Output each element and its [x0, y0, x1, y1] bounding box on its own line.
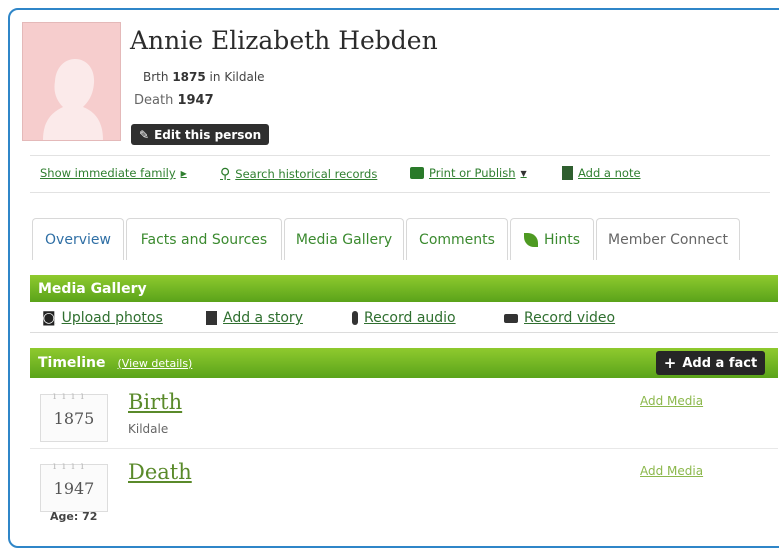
death-year: 1947 [177, 93, 214, 108]
calendar-rings: ıııı [53, 461, 90, 472]
media-gallery-header: Media Gallery [30, 275, 778, 302]
view-details-link[interactable]: (View details) [118, 357, 193, 370]
tab-hints[interactable]: Hints [510, 218, 594, 260]
printer-icon [410, 167, 424, 179]
tab-comments[interactable]: Comments [406, 218, 508, 260]
edit-person-button[interactable]: ✎ Edit this person [131, 124, 270, 145]
death-summary: Death 1947 [134, 93, 214, 108]
calendar-icon: ıııı 1947 [40, 461, 108, 512]
chevron-down-icon: ▼ [520, 168, 527, 178]
birth-label: Brth [143, 70, 169, 84]
tab-comments-label: Comments [419, 231, 495, 248]
event-place: Kildale [128, 422, 169, 436]
upload-photos-label: Upload photos [61, 310, 163, 326]
camera-icon: ◙ [42, 310, 56, 326]
document-icon [206, 311, 217, 325]
media-actions-row: ◙ Upload photos Add a story Record audio… [30, 303, 778, 333]
plus-icon: + [663, 354, 677, 372]
event-title-link[interactable]: Death [128, 460, 192, 484]
print-publish-link[interactable]: Print or Publish ▼ [410, 166, 527, 180]
triangle-right-icon: ▶ [180, 168, 187, 178]
timeline-title: Timeline [38, 355, 106, 371]
microphone-icon [352, 311, 358, 325]
add-media-link[interactable]: Add Media [640, 464, 703, 478]
tab-member-connect[interactable]: Member Connect [596, 218, 740, 260]
add-story-label: Add a story [223, 310, 303, 326]
edit-person-label: Edit this person [154, 127, 262, 142]
search-icon: ⚲ [220, 166, 231, 182]
tab-facts-sources[interactable]: Facts and Sources [126, 218, 282, 260]
tab-hints-label: Hints [543, 231, 581, 248]
add-story-link[interactable]: Add a story [206, 310, 303, 326]
event-age: Age: 72 [50, 510, 98, 523]
show-family-link[interactable]: Show immediate family ▶ [40, 166, 187, 180]
add-note-link[interactable]: Add a note [562, 166, 641, 180]
birth-summary: Brth 1875 in Kildale [143, 70, 265, 84]
add-note-label: Add a note [578, 166, 641, 180]
upload-photos-link[interactable]: ◙ Upload photos [42, 310, 163, 326]
record-video-label: Record video [524, 310, 616, 326]
event-year: 1947 [53, 478, 95, 498]
record-video-link[interactable]: Record video [504, 310, 615, 326]
tab-overview[interactable]: Overview [32, 218, 124, 260]
event-year: 1875 [53, 408, 95, 428]
search-records-label: Search historical records [235, 167, 378, 181]
death-label: Death [134, 93, 174, 108]
add-media-link[interactable]: Add Media [640, 394, 703, 408]
show-family-label: Show immediate family [40, 166, 176, 180]
birth-in: in [209, 70, 221, 84]
person-action-bar: Show immediate family ▶ ⚲ Search histori… [30, 155, 770, 193]
calendar-icon: ıııı 1875 [40, 391, 108, 442]
media-gallery-title: Media Gallery [38, 280, 147, 297]
tab-media-gallery[interactable]: Media Gallery [284, 218, 404, 260]
search-records-link[interactable]: ⚲ Search historical records [220, 166, 377, 182]
leaf-icon [523, 232, 538, 247]
pencil-icon: ✎ [139, 127, 150, 142]
record-audio-link[interactable]: Record audio [352, 310, 456, 326]
calendar-rings: ıııı [53, 391, 90, 402]
birth-year: 1875 [172, 70, 206, 84]
profile-photo-placeholder[interactable] [22, 22, 121, 141]
silhouette-icon [43, 59, 103, 140]
tab-facts-sources-label: Facts and Sources [140, 231, 268, 248]
print-publish-label: Print or Publish [429, 166, 516, 180]
add-fact-label: Add a fact [682, 355, 758, 371]
tab-member-connect-label: Member Connect [608, 231, 728, 248]
tab-overview-label: Overview [45, 231, 111, 248]
video-camera-icon [504, 313, 518, 323]
birth-place: Kildale [224, 70, 265, 84]
add-fact-button[interactable]: + Add a fact [656, 351, 765, 375]
view-details-label: View details [121, 356, 189, 370]
divider [30, 448, 778, 449]
note-icon [562, 166, 573, 180]
event-title-link[interactable]: Birth [128, 390, 182, 414]
person-name: Annie Elizabeth Hebden [130, 26, 438, 55]
tab-media-gallery-label: Media Gallery [295, 231, 393, 248]
record-audio-label: Record audio [364, 310, 456, 326]
